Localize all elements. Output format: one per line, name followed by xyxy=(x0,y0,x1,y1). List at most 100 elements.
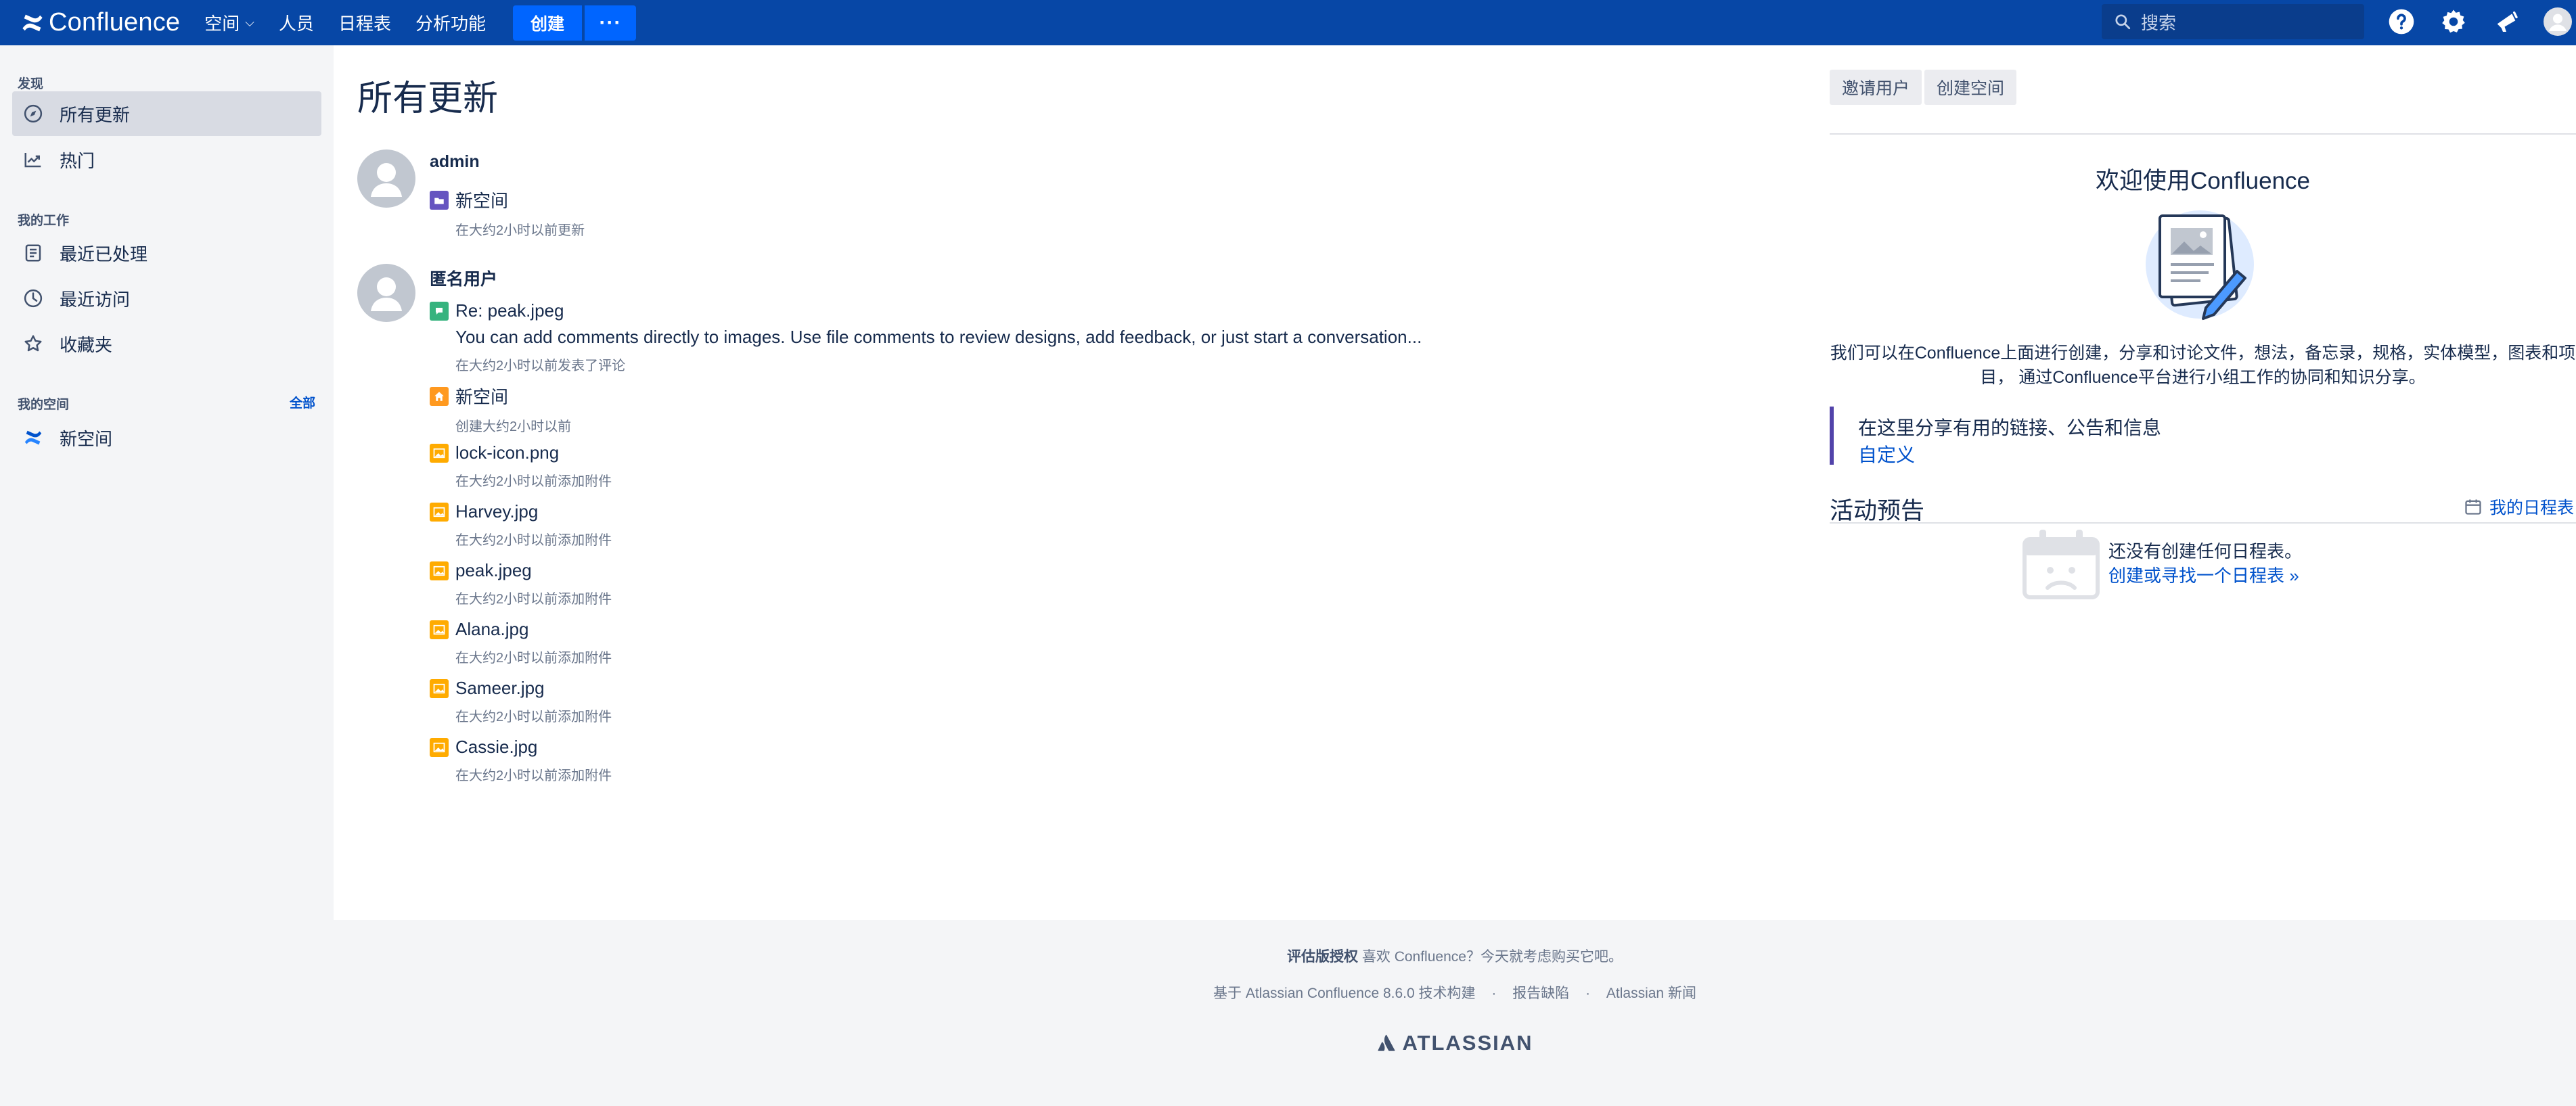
avatar[interactable] xyxy=(357,264,415,322)
avatar[interactable] xyxy=(357,149,415,208)
update-meta: 在大约2小时以前发表了评论 xyxy=(455,359,626,373)
main-content: 所有更新 admin 新空间 在大约2小时以前更新 匿名用户 Re: peak.… xyxy=(334,45,2576,920)
update-title-link[interactable]: 新空间 xyxy=(455,384,508,409)
confluence-logo-icon xyxy=(22,14,43,31)
home-icon xyxy=(430,386,449,406)
update-item: Alana.jpg 在大约2小时以前添加附件 xyxy=(430,619,612,666)
announcement-panel: 在这里分享有用的链接、公告和信息 自定义 xyxy=(1830,407,2576,465)
sidebar-item-label: 所有更新 xyxy=(60,104,131,125)
footer: 评估版授权 喜欢 Confluence？今天就考虑购买它吧。 基于 Atlass… xyxy=(334,920,2576,1106)
clock-icon xyxy=(22,287,45,310)
update-title-link[interactable]: 新空间 xyxy=(455,187,508,212)
update-item: Cassie.jpg 在大约2小时以前添加附件 xyxy=(430,737,612,784)
welcome-description: 我们可以在Confluence上面进行创建，分享和讨论文件，想法，备忘录，规格，… xyxy=(1830,341,2576,390)
nav-spaces-label: 空间 xyxy=(204,14,240,34)
update-title-link[interactable]: Sameer.jpg xyxy=(455,678,545,699)
sidebar-section-my-work: 我的工作 xyxy=(18,214,70,228)
welcome-description-line-1: 我们可以在Confluence上面进行创建，分享和讨论文件，想法，备忘录，规格，… xyxy=(1830,344,2576,363)
image-icon xyxy=(430,443,449,463)
chevron-down-icon: ⌵ xyxy=(245,16,254,29)
update-title-link[interactable]: Alana.jpg xyxy=(455,619,528,640)
update-item: lock-icon.png 在大约2小时以前添加附件 xyxy=(430,442,612,490)
document-icon xyxy=(22,241,45,264)
update-meta: 在大约2小时以前添加附件 xyxy=(455,651,612,666)
sidebar-item-recently-visited[interactable]: 最近访问 xyxy=(12,276,321,321)
update-meta: 在大约2小时以前添加附件 xyxy=(455,768,612,783)
help-icon xyxy=(2389,9,2414,34)
default-avatar-icon xyxy=(371,277,402,311)
update-title-link[interactable]: peak.jpeg xyxy=(455,560,532,581)
confluence-space-icon xyxy=(22,426,45,449)
user-menu-button[interactable] xyxy=(2541,5,2574,38)
atlassian-logo[interactable]: ATLASSIAN xyxy=(334,1031,2576,1055)
compass-icon xyxy=(22,102,45,125)
my-calendars-link[interactable]: 我的日程表 xyxy=(2464,494,2574,519)
nav-people[interactable]: 人员 xyxy=(279,10,314,35)
invite-users-button[interactable]: 邀请用户 xyxy=(1830,70,1922,105)
report-bug-link[interactable]: 报告缺陷 xyxy=(1512,986,1569,1001)
update-item: Harvey.jpg 在大约2小时以前添加附件 xyxy=(430,501,612,549)
image-icon xyxy=(430,502,449,522)
sidebar-item-recently-worked[interactable]: 最近已处理 xyxy=(12,231,321,275)
update-title-link[interactable]: Re: peak.jpeg xyxy=(455,300,564,321)
confluence-logo[interactable]: Confluence xyxy=(20,8,180,37)
top-navigation-bar: Confluence 空间 ⌵ 人员 日程表 分析功能 创建 ··· 搜索 xyxy=(0,0,2576,45)
sidebar-item-label: 热门 xyxy=(60,150,95,171)
nav-analytics[interactable]: 分析功能 xyxy=(415,10,486,35)
welcome-illustration-icon xyxy=(2146,210,2254,320)
settings-button[interactable] xyxy=(2437,5,2470,38)
user-name-admin[interactable]: admin xyxy=(430,152,480,172)
update-title-link[interactable]: Harvey.jpg xyxy=(455,501,538,522)
welcome-description-line-2: 目， 通过Confluence平台进行小组工作的协同和知识分享。 xyxy=(1980,368,2426,387)
help-button[interactable] xyxy=(2385,5,2418,38)
update-item: 新空间 创建大约2小时以前 xyxy=(430,384,571,435)
trending-icon xyxy=(22,148,45,171)
update-item: Sameer.jpg 在大约2小时以前添加附件 xyxy=(430,678,612,725)
sidebar: 发现 所有更新 热门 我的工作 最近已处理 最近访问 收藏夹 我的空间 全部 新… xyxy=(0,45,334,1106)
update-item: peak.jpeg 在大约2小时以前添加附件 xyxy=(430,560,612,607)
search-icon xyxy=(2115,14,2131,30)
search-input[interactable]: 搜索 xyxy=(2102,4,2364,39)
empty-calendar-icon xyxy=(2023,530,2100,599)
update-meta: 在大约2小时以前添加附件 xyxy=(455,592,612,607)
divider xyxy=(1830,133,2576,135)
notifications-button[interactable] xyxy=(2490,5,2523,38)
update-meta: 在大约2小时以前添加附件 xyxy=(455,474,612,489)
sidebar-item-label: 最近访问 xyxy=(60,289,131,310)
page-title: 所有更新 xyxy=(357,79,499,118)
create-button[interactable]: 创建 xyxy=(512,5,582,41)
create-space-button[interactable]: 创建空间 xyxy=(1924,70,2017,105)
image-icon xyxy=(430,737,449,757)
user-name-anonymous[interactable]: 匿名用户 xyxy=(430,266,497,290)
nav-spaces[interactable]: 空间 ⌵ xyxy=(204,10,254,35)
update-item: 新空间 在大约2小时以前更新 xyxy=(430,187,585,239)
update-title-link[interactable]: lock-icon.png xyxy=(455,442,559,463)
sidebar-item-new-space[interactable]: 新空间 xyxy=(12,415,321,460)
sidebar-item-label: 收藏夹 xyxy=(60,334,113,355)
create-more-button[interactable]: ··· xyxy=(584,5,636,41)
no-calendar-message: 还没有创建任何日程表。 xyxy=(2108,541,2303,561)
default-avatar-icon xyxy=(371,163,402,197)
update-title-link[interactable]: Cassie.jpg xyxy=(455,737,537,758)
atlassian-news-link[interactable]: Atlassian 新闻 xyxy=(1606,986,1696,1001)
search-placeholder: 搜索 xyxy=(2141,12,2177,33)
create-calendar-link[interactable]: 创建或寻找一个日程表 » xyxy=(2108,562,2299,587)
customize-link[interactable]: 自定义 xyxy=(1858,440,1915,467)
comment-icon xyxy=(430,301,449,321)
atlassian-brand: ATLASSIAN xyxy=(1402,1031,1533,1055)
image-icon xyxy=(430,620,449,639)
activity-title: 活动预告 xyxy=(1830,498,1925,524)
sidebar-item-popular[interactable]: 热门 xyxy=(12,137,321,182)
sidebar-item-saved[interactable]: 收藏夹 xyxy=(12,321,321,366)
separator-dot: · xyxy=(1585,986,1591,1001)
powered-by-link[interactable]: 基于 Atlassian Confluence 8.6.0 技术构建 xyxy=(1213,986,1476,1001)
all-spaces-link[interactable]: 全部 xyxy=(290,393,315,411)
user-avatar-icon xyxy=(2544,7,2572,36)
atlassian-logo-icon xyxy=(1378,1034,1395,1051)
settings-icon xyxy=(2442,9,2465,33)
sidebar-item-all-updates[interactable]: 所有更新 xyxy=(12,91,321,136)
app-name: Confluence xyxy=(49,8,181,37)
nav-calendars[interactable]: 日程表 xyxy=(338,10,391,35)
sidebar-section-my-spaces: 我的空间 xyxy=(18,398,70,412)
image-icon xyxy=(430,678,449,698)
